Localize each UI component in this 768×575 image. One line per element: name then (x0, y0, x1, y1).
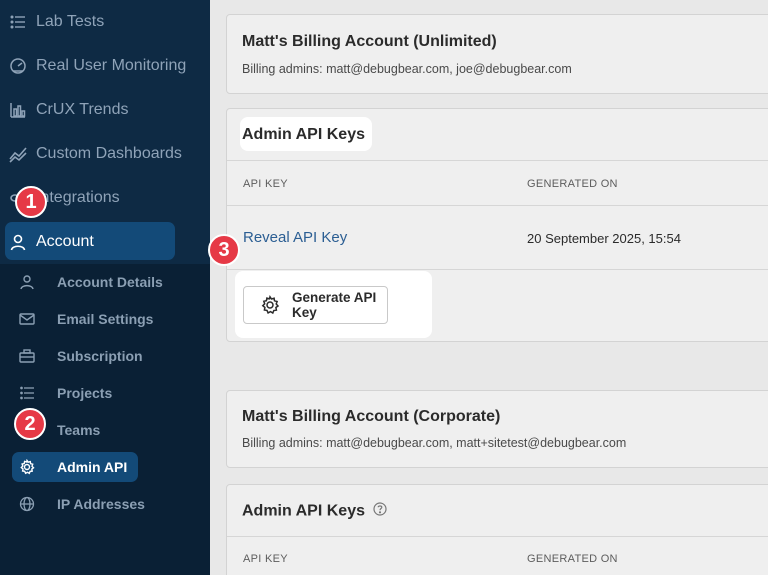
admin-api-keys-panel: Admin API Keys API KEY GENERATED ON (226, 484, 768, 575)
sidebar-item-crux-trends[interactable]: CrUX Trends (0, 88, 210, 132)
step-badge-1: 1 (15, 186, 47, 218)
panel-title: Admin API Keys (242, 502, 388, 521)
sidebar-item-lab-tests[interactable]: Lab Tests (0, 0, 210, 44)
sidebar-subitem-account-details[interactable]: Account Details (0, 264, 210, 300)
generated-on-value: 20 September 2025, 15:54 (527, 231, 681, 246)
gauge-icon (9, 57, 27, 75)
panel-title: Admin API Keys (242, 126, 365, 143)
divider (227, 160, 768, 161)
column-header-api-key: API KEY (243, 178, 288, 190)
sidebar-item-label: CrUX Trends (36, 101, 129, 118)
sidebar-subitem-label: Account Details (57, 274, 163, 290)
sidebar-subitem-admin-api[interactable]: Admin API (0, 449, 210, 485)
sidebar-item-label: Lab Tests (36, 13, 105, 30)
sidebar-item-label: Account (36, 233, 94, 250)
sidebar-subitem-email-settings[interactable]: Email Settings (0, 301, 210, 337)
billing-admins: Billing admins: matt@debugbear.com, joe@… (242, 62, 572, 76)
sidebar-subitem-label: Teams (57, 422, 101, 438)
sidebar: Lab Tests Real User Monitoring CrUX Tren… (0, 0, 210, 575)
column-header-generated-on: GENERATED ON (527, 553, 618, 565)
divider (227, 536, 768, 537)
step-badge-2: 2 (14, 408, 46, 440)
sidebar-subitem-label: Projects (57, 385, 113, 401)
billing-admins: Billing admins: matt@debugbear.com, matt… (242, 436, 627, 450)
sidebar-item-custom-dashboards[interactable]: Custom Dashboards (0, 132, 210, 176)
column-header-generated-on: GENERATED ON (527, 178, 618, 190)
sidebar-subitem-ip-addresses[interactable]: IP Addresses (0, 486, 210, 522)
sidebar-item-account[interactable]: Account (0, 220, 210, 264)
divider (227, 269, 768, 270)
bar-chart-icon (9, 101, 27, 119)
divider (227, 205, 768, 206)
account-title: Matt's Billing Account (Corporate) (242, 408, 501, 425)
gear-icon (260, 295, 280, 315)
sidebar-subitem-subscription[interactable]: Subscription (0, 338, 210, 374)
reveal-api-key-link[interactable]: Reveal API Key (243, 229, 347, 246)
sidebar-subitem-label: Subscription (57, 348, 143, 364)
sidebar-subitem-label: Email Settings (57, 311, 154, 327)
generate-api-key-button[interactable]: Generate API Key (243, 286, 388, 324)
sidebar-item-real-user-monitoring[interactable]: Real User Monitoring (0, 44, 210, 88)
column-header-api-key: API KEY (243, 553, 288, 565)
sidebar-item-label: Custom Dashboards (36, 145, 182, 162)
globe-icon (18, 495, 36, 513)
briefcase-icon (18, 347, 36, 365)
gear-icon (18, 458, 36, 476)
list-icon (18, 384, 36, 402)
panel-title-text: Admin API Keys (242, 502, 365, 520)
billing-account-panel: Matt's Billing Account (Unlimited) Billi… (226, 14, 768, 94)
admin-api-keys-panel: Admin API Keys API KEY GENERATED ON Reve… (226, 108, 768, 342)
sidebar-item-label: Integrations (36, 189, 120, 206)
user-icon (18, 273, 36, 291)
sidebar-subitem-projects[interactable]: Projects (0, 375, 210, 411)
list-icon (9, 13, 27, 31)
user-icon (9, 233, 27, 251)
sidebar-subitem-label: Admin API (57, 459, 128, 475)
billing-account-panel: Matt's Billing Account (Corporate) Billi… (226, 390, 768, 468)
main-content: Matt's Billing Account (Unlimited) Billi… (210, 0, 768, 575)
step-badge-3: 3 (208, 234, 240, 266)
help-icon[interactable] (373, 502, 388, 521)
sidebar-item-label: Real User Monitoring (36, 57, 187, 74)
generate-api-key-label: Generate API Key (292, 290, 377, 320)
account-title: Matt's Billing Account (Unlimited) (242, 33, 497, 50)
mail-icon (18, 310, 36, 328)
trend-icon (9, 145, 27, 163)
sidebar-subitem-label: IP Addresses (57, 496, 145, 512)
